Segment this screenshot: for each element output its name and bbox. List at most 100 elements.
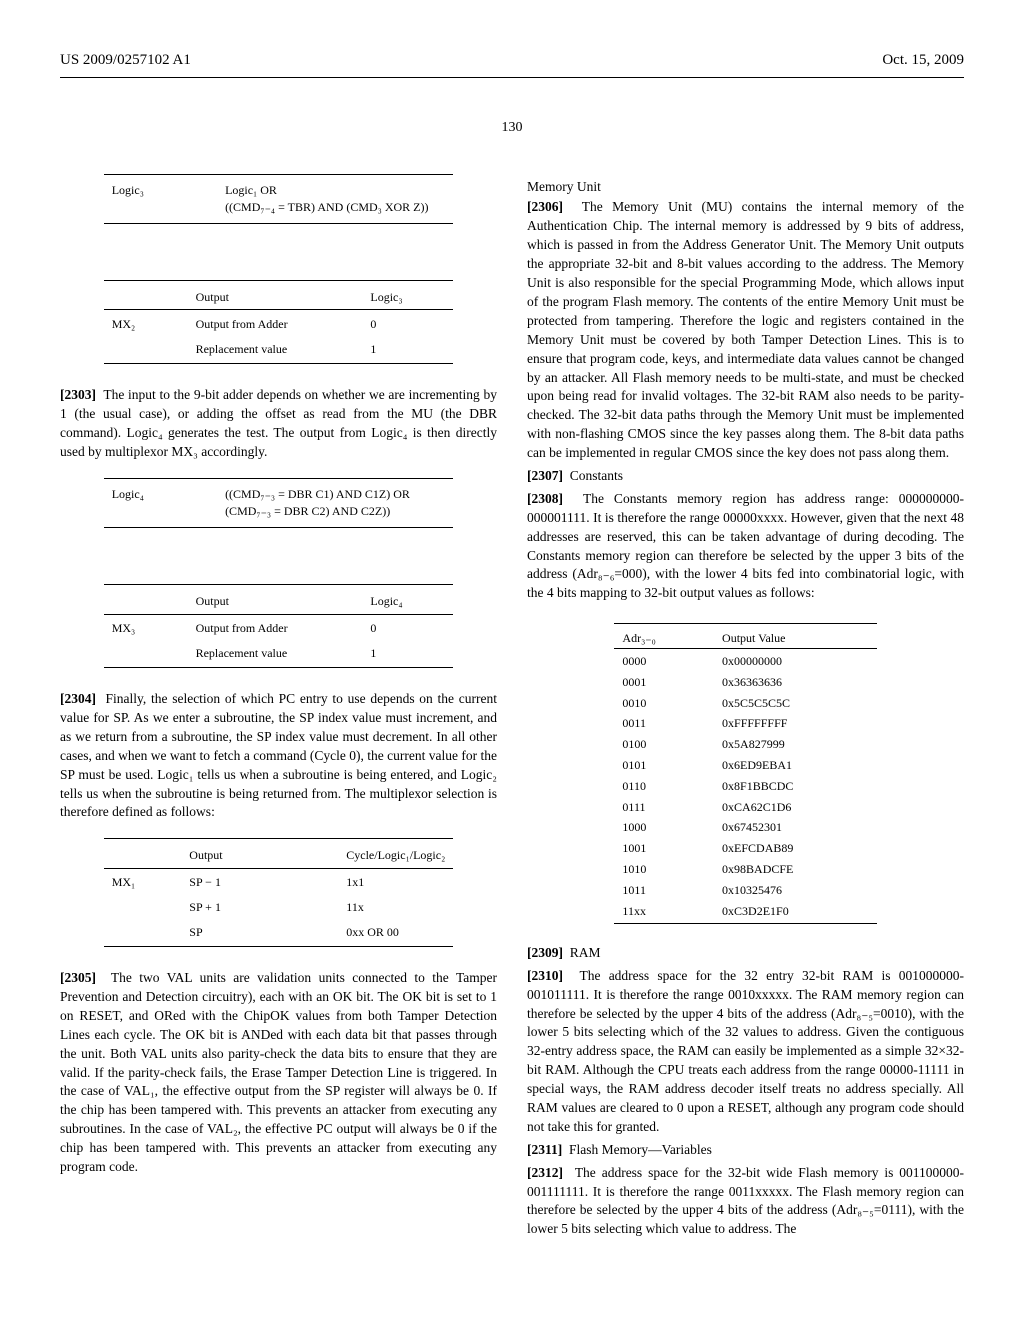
mx3-table: Output Logic₄ MX₃ Output from Adder 0 Re… <box>104 584 454 668</box>
left-column: Logic₃ Logic₁ OR ((CMD₇₋₄ = TBR) AND (CM… <box>60 168 497 1244</box>
const-row: 0110 <box>614 776 714 797</box>
para-2307: [2307] Constants <box>527 467 964 486</box>
para-2305-text: The two VAL units are validation units c… <box>60 970 497 1174</box>
logic3-expr-2: ((CMD₇₋₄ = TBR) AND (CMD₃ XOR Z)) <box>225 199 445 216</box>
mx1-row1-val: 1x1 <box>338 870 453 895</box>
const-row: 0000 <box>614 651 714 672</box>
mx3-row1-val: 0 <box>362 616 453 641</box>
const-col-value: Output Value <box>714 628 877 649</box>
logic3-expr-1: Logic₁ OR <box>225 182 445 199</box>
para-2306-text: The Memory Unit (MU) contains the intern… <box>527 199 964 460</box>
para-2307-num: [2307] <box>527 468 563 483</box>
para-2305-num: [2305] <box>60 970 96 985</box>
para-2312-text: The address space for the 32-bit wide Fl… <box>527 1165 964 1237</box>
mx3-row2-val: 1 <box>362 641 453 666</box>
mx3-col-output: Output <box>188 589 363 614</box>
para-2308: [2308] The Constants memory region has a… <box>527 490 964 603</box>
const-row: 0x8F1BBCDC <box>714 776 877 797</box>
mx1-row2-val: 11x <box>338 895 453 920</box>
const-row: 0101 <box>614 755 714 776</box>
const-row: 1011 <box>614 880 714 901</box>
memory-unit-heading: Memory Unit <box>527 178 964 197</box>
const-row: 0xFFFFFFFF <box>714 713 877 734</box>
mx3-col-logic: Logic₄ <box>362 589 453 614</box>
para-2311-num: [2311] <box>527 1142 562 1157</box>
const-row: 0x67452301 <box>714 817 877 838</box>
mx1-row3-output: SP <box>181 920 338 945</box>
para-2309-text: RAM <box>570 945 601 960</box>
const-row: 1010 <box>614 859 714 880</box>
mx2-row2-val: 1 <box>362 337 453 362</box>
para-2309: [2309] RAM <box>527 944 964 963</box>
const-row: 1000 <box>614 817 714 838</box>
para-2310-text: The address space for the 32 entry 32-bi… <box>527 968 964 1134</box>
page-number: 130 <box>60 118 964 138</box>
logic4-label: Logic₄ <box>104 482 217 524</box>
para-2304-text: Finally, the selection of which PC entry… <box>60 691 497 819</box>
logic3-label: Logic₃ <box>104 178 217 220</box>
para-2311: [2311] Flash Memory—Variables <box>527 1141 964 1160</box>
doc-id: US 2009/0257102 A1 <box>60 50 191 71</box>
mx1-table: Output Cycle/Logic₁/Logic₂ MX₁ SP − 1 1x… <box>104 838 454 947</box>
para-2303-num: [2303] <box>60 387 96 402</box>
const-row: 0xC3D2E1F0 <box>714 901 877 922</box>
mx2-col-logic: Logic₃ <box>362 285 453 310</box>
header-rule <box>60 77 964 78</box>
mx3-row1-output: Output from Adder <box>188 616 363 641</box>
mx3-label: MX₃ <box>104 616 188 641</box>
mx2-row1-output: Output from Adder <box>188 312 363 337</box>
mx2-row1-val: 0 <box>362 312 453 337</box>
const-row: 0x5A827999 <box>714 734 877 755</box>
para-2303-text: The input to the 9-bit adder depends on … <box>60 387 497 459</box>
const-row: 0x6ED9EBA1 <box>714 755 877 776</box>
para-2306: [2306] The Memory Unit (MU) contains the… <box>527 198 964 462</box>
const-row: 0xEFCDAB89 <box>714 838 877 859</box>
mx1-col-cycle: Cycle/Logic₁/Logic₂ <box>338 843 453 868</box>
const-row: 0x98BADCFE <box>714 859 877 880</box>
para-2303: [2303] The input to the 9-bit adder depe… <box>60 386 497 462</box>
mx1-row2-output: SP + 1 <box>181 895 338 920</box>
logic4-expr-1: ((CMD₇₋₃ = DBR C1) AND C1Z) OR <box>225 486 445 503</box>
doc-date: Oct. 15, 2009 <box>882 50 964 71</box>
logic4-expr-2: (CMD₇₋₃ = DBR C2) AND C2Z)) <box>225 503 445 520</box>
const-row: 0x36363636 <box>714 672 877 693</box>
para-2305: [2305] The two VAL units are validation … <box>60 969 497 1177</box>
mx2-table: Output Logic₃ MX₂ Output from Adder 0 Re… <box>104 280 454 364</box>
para-2306-num: [2306] <box>527 199 563 214</box>
mx1-label: MX₁ <box>104 870 182 895</box>
const-row: 0x10325476 <box>714 880 877 901</box>
const-row: 0111 <box>614 797 714 818</box>
mx1-row3-val: 0xx OR 00 <box>338 920 453 945</box>
logic3-table: Logic₃ Logic₁ OR ((CMD₇₋₄ = TBR) AND (CM… <box>104 174 454 225</box>
mx1-row1-output: SP − 1 <box>181 870 338 895</box>
mx2-row2-output: Replacement value <box>188 337 363 362</box>
para-2312-num: [2312] <box>527 1165 563 1180</box>
const-row: 0010 <box>614 693 714 714</box>
const-row: 0x00000000 <box>714 651 877 672</box>
const-col-adr: Adr₃₋₀ <box>614 628 714 649</box>
mx1-col-output: Output <box>181 843 338 868</box>
para-2308-text: The Constants memory region has address … <box>527 491 964 600</box>
mx3-row2-output: Replacement value <box>188 641 363 666</box>
para-2311-text: Flash Memory—Variables <box>569 1142 712 1157</box>
para-2304-num: [2304] <box>60 691 96 706</box>
para-2312: [2312] The address space for the 32-bit … <box>527 1164 964 1240</box>
para-2309-num: [2309] <box>527 945 563 960</box>
const-row: 0011 <box>614 713 714 734</box>
para-2310-num: [2310] <box>527 968 563 983</box>
const-row: 1001 <box>614 838 714 859</box>
logic4-table: Logic₄ ((CMD₇₋₃ = DBR C1) AND C1Z) OR (C… <box>104 478 454 529</box>
para-2308-num: [2308] <box>527 491 563 506</box>
const-row: 0xCA62C1D6 <box>714 797 877 818</box>
constants-table: Adr₃₋₀ Output Value 00000x00000000 00010… <box>614 623 876 924</box>
mx2-col-output: Output <box>188 285 363 310</box>
para-2307-text: Constants <box>570 468 623 483</box>
const-row: 0001 <box>614 672 714 693</box>
const-row: 0x5C5C5C5C <box>714 693 877 714</box>
right-column: Memory Unit [2306] The Memory Unit (MU) … <box>527 168 964 1244</box>
para-2310: [2310] The address space for the 32 entr… <box>527 967 964 1137</box>
const-row: 0100 <box>614 734 714 755</box>
const-row: 11xx <box>614 901 714 922</box>
mx2-label: MX₂ <box>104 312 188 337</box>
para-2304: [2304] Finally, the selection of which P… <box>60 690 497 822</box>
